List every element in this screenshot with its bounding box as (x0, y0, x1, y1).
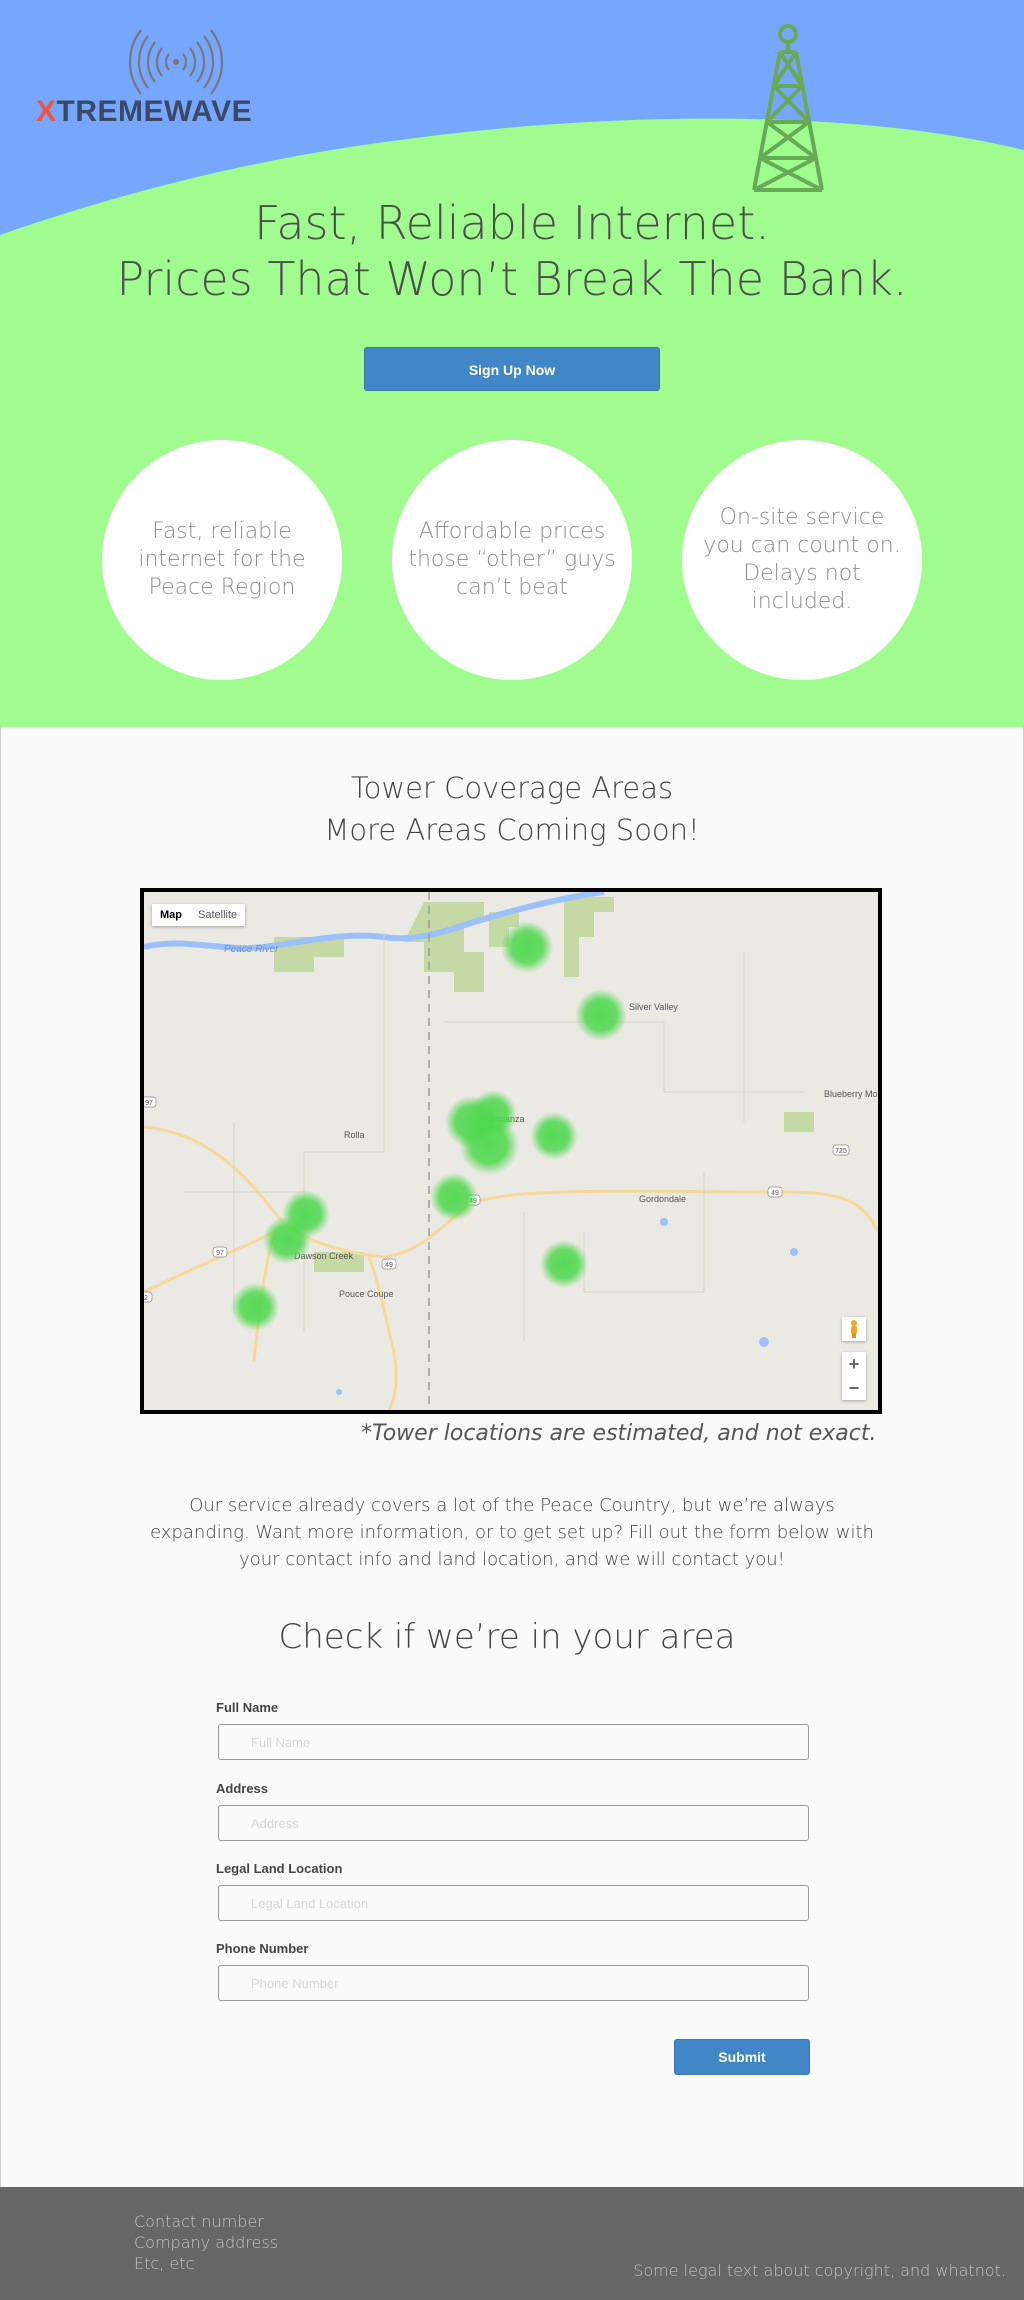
feature-text: Fast, reliable internet for the Peace Re… (138, 519, 306, 600)
road-shield: 97 (216, 1250, 224, 1257)
map-label: Rolla (344, 1130, 365, 1140)
tower-marker (263, 1216, 311, 1264)
legal-land-location-label: Legal Land Location (216, 1861, 343, 1876)
tower-marker (540, 1240, 588, 1288)
sign-up-button[interactable]: Sign Up Now (364, 347, 660, 391)
headline-line-2: Prices That Won’t Break The Bank. (116, 252, 908, 306)
full-name-label: Full Name (216, 1700, 279, 1715)
feature-text: Affordable prices those “other” guys can… (408, 519, 616, 600)
map-label: Silver Valley (629, 1002, 678, 1012)
map-type-control: Map Satellite (152, 904, 246, 926)
tower-marker (530, 1112, 578, 1160)
legal-land-location-input[interactable] (218, 1885, 809, 1921)
feature-circle-speed: Fast, reliable internet for the Peace Re… (102, 440, 342, 680)
road-shield: 97 (145, 1100, 153, 1107)
headline-line-1: Fast, Reliable Internet. (254, 196, 770, 250)
address-input[interactable] (218, 1805, 809, 1841)
road-shield: 49 (771, 1190, 779, 1197)
feature-text: On-site service you can count on. Delays… (703, 505, 901, 614)
street-view-pegman-icon[interactable] (842, 1317, 866, 1341)
map-type-satellite-button[interactable]: Satellite (190, 904, 245, 926)
phone-number-input[interactable] (218, 1965, 809, 2001)
logo-wordmark: TREMEWAVE (56, 95, 253, 128)
road-shield: 2 (144, 1295, 148, 1302)
tower-marker (501, 921, 553, 973)
tower-marker (575, 989, 627, 1041)
radio-tower-icon (752, 24, 824, 192)
tower-marker (231, 1283, 279, 1331)
phone-number-label: Phone Number (216, 1941, 309, 1956)
brand-logo[interactable]: XTREMEWAVE (36, 95, 252, 129)
company-address: Company address (134, 2233, 279, 2252)
tower-marker (459, 1115, 519, 1175)
footer-etc: Etc, etc (134, 2254, 195, 2273)
footer: Contact number Company address Etc, etc … (0, 2187, 1024, 2300)
logo-letter: X (36, 95, 57, 128)
hero-headline: Fast, Reliable Internet. Prices That Won… (0, 195, 1024, 307)
feature-circle-price: Affordable prices those “other” guys can… (392, 440, 632, 680)
hero-section: XTREMEWAVE Fast, Reliable Internet. Pric… (0, 0, 1024, 727)
map-label: Pouce Coupe (339, 1289, 394, 1299)
coverage-info-text: Our service already covers a lot of the … (150, 1495, 874, 1570)
road-shield: 49 (385, 1262, 393, 1269)
full-name-input[interactable] (218, 1724, 809, 1760)
map-label: Gordondale (639, 1194, 686, 1204)
road-shield: 725 (835, 1148, 847, 1155)
coverage-title-line-1: Tower Coverage Areas (350, 771, 674, 805)
footer-contact: Contact number Company address Etc, etc (134, 2211, 278, 2274)
address-label: Address (216, 1781, 269, 1796)
zoom-out-button[interactable]: − (842, 1376, 866, 1400)
coverage-title-line-2: More Areas Coming Soon! (324, 813, 700, 847)
legal-text: Some legal text about copyright, and wha… (633, 2261, 1006, 2280)
coverage-map[interactable]: Peace River Silver Valley Blueberry Moun… (140, 888, 882, 1414)
map-canvas[interactable]: Peace River Silver Valley Blueberry Moun… (144, 892, 878, 1410)
contact-number: Contact number (134, 2212, 264, 2231)
map-label-river: Peace River (224, 944, 279, 955)
map-label: Blueberry Mountain (824, 1089, 878, 1099)
zoom-control: + − (842, 1352, 866, 1400)
zoom-in-button[interactable]: + (842, 1352, 866, 1376)
tower-marker (430, 1173, 478, 1221)
main-content: Tower Coverage Areas More Areas Coming S… (0, 727, 1024, 2187)
coverage-title: Tower Coverage Areas More Areas Coming S… (1, 767, 1023, 851)
submit-button[interactable]: Submit (674, 2039, 810, 2075)
map-type-map-button[interactable]: Map (152, 904, 190, 926)
form-title: Check if we’re in your area (278, 1617, 736, 1657)
map-disclaimer: *Tower locations are estimated, and not … (361, 1421, 877, 1446)
feature-circle-service: On-site service you can count on. Delays… (682, 440, 922, 680)
